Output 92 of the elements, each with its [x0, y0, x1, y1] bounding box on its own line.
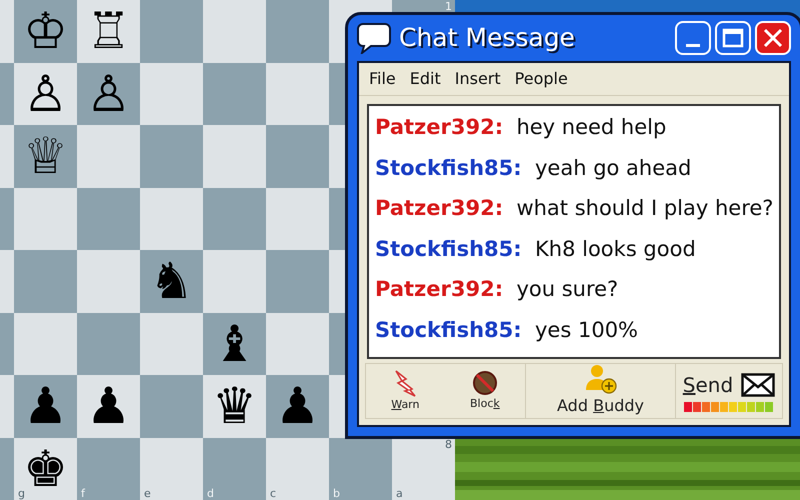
- file-label: g: [18, 486, 25, 500]
- board-square[interactable]: ♕: [14, 125, 77, 188]
- board-square[interactable]: [0, 312, 14, 375]
- chess-piece[interactable]: ♚: [23, 444, 68, 494]
- maximize-button[interactable]: [715, 21, 751, 55]
- board-square[interactable]: [0, 125, 14, 188]
- board-square[interactable]: [203, 62, 266, 125]
- board-square[interactable]: c: [266, 438, 329, 500]
- board-square[interactable]: [140, 0, 203, 62]
- board-square[interactable]: ♖: [77, 0, 140, 62]
- window-title: Chat Message: [399, 22, 575, 54]
- board-square[interactable]: [14, 312, 77, 375]
- board-square[interactable]: [266, 62, 329, 125]
- file-label: b: [333, 486, 340, 500]
- close-button[interactable]: [755, 21, 791, 55]
- board-square[interactable]: ♙: [77, 62, 140, 125]
- chess-piece[interactable]: ♔: [23, 6, 68, 56]
- chess-piece[interactable]: ♛: [212, 381, 257, 432]
- board-square[interactable]: [266, 0, 329, 62]
- file-label: c: [270, 486, 276, 500]
- board-square[interactable]: ♟: [266, 375, 329, 438]
- board-square[interactable]: ♝: [203, 312, 266, 375]
- board-square[interactable]: [77, 188, 140, 250]
- chat-message: Patzer392: hey need help: [375, 114, 668, 141]
- close-icon: [762, 28, 784, 48]
- chess-piece[interactable]: ♟: [23, 381, 68, 432]
- board-square[interactable]: [0, 62, 14, 125]
- board-square[interactable]: [266, 125, 329, 188]
- board-square[interactable]: [0, 250, 14, 312]
- rank-label: 1: [445, 0, 452, 14]
- maximize-icon: [722, 28, 744, 48]
- board-square[interactable]: [14, 188, 77, 250]
- board-square[interactable]: [140, 375, 203, 438]
- board-square[interactable]: [266, 312, 329, 375]
- chess-piece[interactable]: ♟: [86, 381, 131, 432]
- chess-piece[interactable]: ♝: [212, 318, 257, 369]
- rank-label: 8: [445, 438, 452, 451]
- chess-piece[interactable]: ♞: [149, 256, 194, 306]
- send-button[interactable]: Send: [682, 370, 776, 400]
- board-square[interactable]: [140, 312, 203, 375]
- chess-piece[interactable]: ♖: [86, 6, 131, 56]
- minimize-icon: [686, 44, 700, 46]
- envelope-icon: [741, 373, 776, 397]
- board-square[interactable]: [266, 250, 329, 312]
- file-label: a: [396, 486, 403, 500]
- board-square[interactable]: [140, 188, 203, 250]
- board-square[interactable]: e: [140, 438, 203, 500]
- chess-piece[interactable]: ♙: [86, 68, 131, 119]
- board-square[interactable]: ♙: [14, 62, 77, 125]
- file-label: f: [81, 486, 85, 500]
- board-square[interactable]: [203, 125, 266, 188]
- chess-piece[interactable]: ♟: [275, 381, 320, 432]
- board-square[interactable]: ♔: [14, 0, 77, 62]
- file-label: e: [144, 486, 151, 500]
- warn-button[interactable]: Warn: [391, 368, 420, 414]
- board-square[interactable]: [0, 438, 14, 500]
- board-square[interactable]: [203, 188, 266, 250]
- chat-message: Stockfish85: Kh8 looks good: [375, 236, 697, 262]
- board-square[interactable]: [203, 0, 266, 62]
- board-square[interactable]: [77, 312, 140, 375]
- board-square[interactable]: [140, 125, 203, 188]
- board-square[interactable]: [0, 0, 14, 62]
- board-square[interactable]: [77, 250, 140, 312]
- add-buddy-button[interactable]: Add Buddy: [557, 364, 644, 418]
- menu-item[interactable]: Edit: [410, 67, 441, 91]
- board-square[interactable]: [0, 375, 14, 438]
- menu-item[interactable]: File: [369, 67, 396, 91]
- board-square[interactable]: ♛: [203, 375, 266, 438]
- chat-message: Stockfish85: yes 100%: [375, 316, 640, 344]
- chat-message: Stockfish85: yeah go ahead: [375, 154, 692, 182]
- board-square[interactable]: [203, 250, 266, 312]
- board-square[interactable]: a 8: [392, 438, 455, 500]
- add-person-icon: [584, 364, 616, 394]
- board-square[interactable]: [14, 250, 77, 312]
- chess-piece[interactable]: ♕: [23, 131, 68, 182]
- board-square[interactable]: ♟: [14, 375, 77, 438]
- file-label: d: [207, 486, 214, 500]
- blocked-icon: [472, 370, 498, 396]
- board-square[interactable]: [266, 188, 329, 250]
- menu-item[interactable]: People: [514, 67, 568, 91]
- speech-bubble-icon: [357, 22, 391, 54]
- block-button[interactable]: Block: [470, 370, 500, 412]
- board-square[interactable]: ♞: [140, 250, 203, 312]
- board-square[interactable]: ♟: [77, 375, 140, 438]
- chess-piece[interactable]: ♙: [23, 68, 68, 119]
- chat-message: Patzer392: what should I play here?: [375, 195, 773, 222]
- chat-message: Patzer392: you sure?: [375, 276, 620, 303]
- minimize-button[interactable]: [675, 21, 711, 55]
- board-square[interactable]: [77, 125, 140, 188]
- menu-item[interactable]: Insert: [454, 67, 501, 91]
- board-square[interactable]: [140, 62, 203, 125]
- board-square[interactable]: [0, 188, 14, 250]
